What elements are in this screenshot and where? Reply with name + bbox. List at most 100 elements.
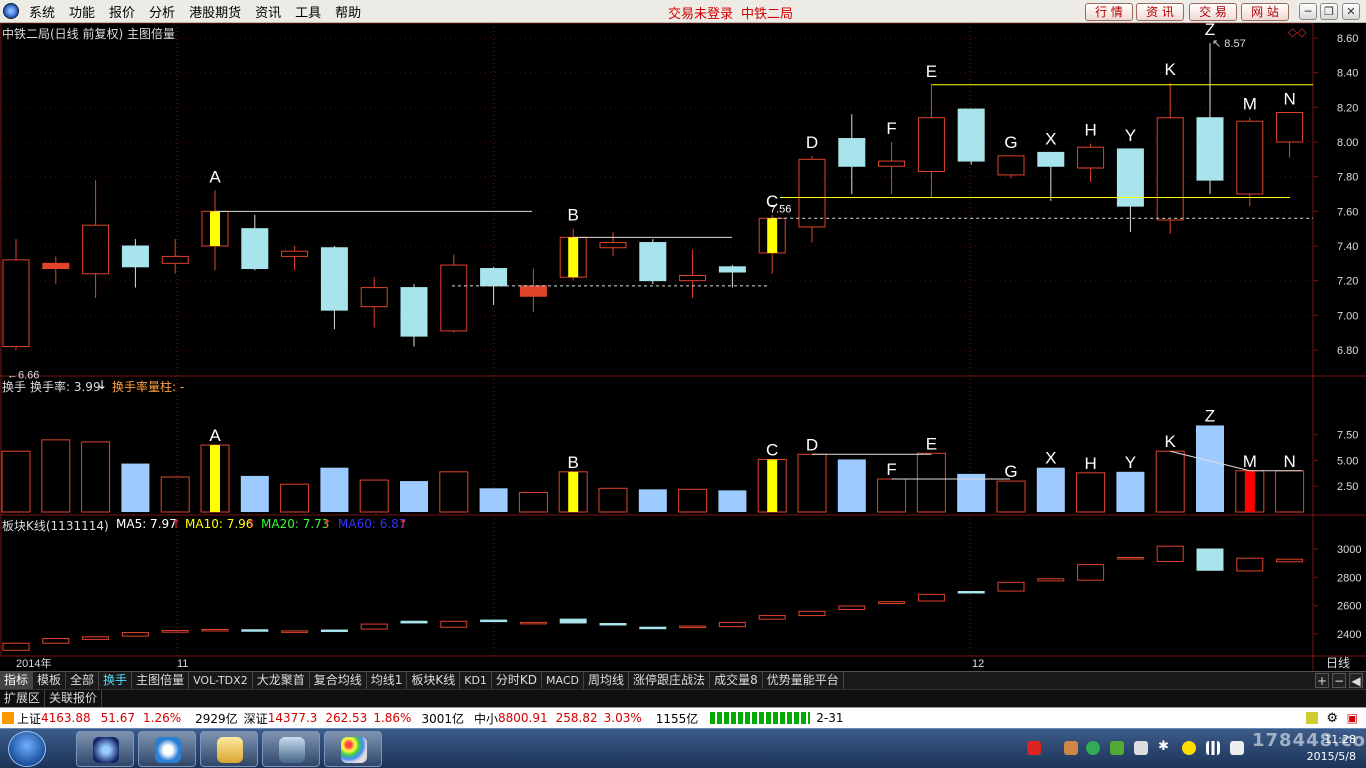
candle-body (639, 242, 667, 282)
panel-options-icon[interactable]: ◇◇ (1288, 25, 1306, 39)
y-tick-label: 2400 (1337, 629, 1361, 641)
tray-plus-icon[interactable] (1182, 741, 1196, 755)
quote-button[interactable]: 行 情 (1085, 3, 1133, 21)
network-icon[interactable] (1206, 741, 1220, 755)
candle-body (599, 242, 627, 249)
taskbar-app-paint[interactable] (324, 731, 382, 767)
turnover-marker-label: Z (1205, 406, 1215, 425)
settings-icon[interactable]: ⚙ (1326, 711, 1338, 726)
scroll-left-button[interactable]: ◀ (1349, 673, 1363, 688)
marker-label: A (209, 168, 221, 187)
tab-weekly-ma[interactable]: 周均线 (584, 672, 630, 689)
y-tick-label: 2600 (1337, 601, 1361, 613)
tray-device-icon[interactable] (1134, 741, 1148, 755)
sz-index-name[interactable]: 深证 (244, 710, 268, 727)
alert-icon[interactable]: ▣ (1347, 711, 1358, 725)
taskbar-app-viewer[interactable] (262, 731, 320, 767)
sector-candle (639, 626, 667, 630)
tab-volume-platform[interactable]: 优势量能平台 (763, 672, 844, 689)
trade-button[interactable]: 交 易 (1189, 3, 1237, 21)
candle-body (718, 266, 746, 273)
taskbar-app-explorer[interactable] (200, 731, 258, 767)
candle-body (519, 285, 547, 297)
bluetooth-icon[interactable]: ✱ (1158, 739, 1172, 754)
tab-sector-k[interactable]: 板块K线 (407, 672, 461, 689)
tab-indicator[interactable]: 指标 (0, 672, 34, 689)
tab-kd1[interactable]: KD1 (460, 672, 492, 689)
stock-app-icon (93, 737, 119, 763)
tray-user-icon[interactable] (1064, 741, 1078, 755)
tab-macd[interactable]: MACD (542, 672, 585, 689)
chart-area[interactable]: 8.60 8.40 8.20 8.00 7.80 7.60 7.40 7.20 7.00 6.80… (0, 23, 1366, 671)
candle-body (161, 255, 189, 264)
minimize-icon[interactable]: ─ (1299, 3, 1317, 20)
turnover-bar (1275, 470, 1305, 513)
tab-all[interactable]: 全部 (66, 672, 100, 689)
sector-candle (838, 605, 866, 610)
tab-vol-tdx2[interactable]: VOL-TDX2 (189, 672, 253, 689)
tab-limit-up[interactable]: 涨停跟庄战法 (629, 672, 711, 689)
turnover-bar (837, 459, 866, 512)
close-icon[interactable]: ✕ (1342, 3, 1360, 20)
marker-label: G (1004, 133, 1017, 152)
turnover-bar (280, 483, 310, 513)
watermark: 178448.com (1252, 730, 1366, 751)
candle-body (679, 274, 707, 282)
candle-body (2, 259, 30, 348)
tab-template[interactable]: 模板 (33, 672, 67, 689)
tray-sogou-icon[interactable] (1027, 741, 1041, 755)
candle-body (360, 287, 388, 308)
taskbar-app-stock[interactable] (76, 731, 134, 767)
tab-intraday-kd[interactable]: 分时KD (492, 672, 543, 689)
marker-label: N (1283, 90, 1295, 109)
tab-dalong[interactable]: 大龙聚首 (253, 672, 310, 689)
tab-related-quote[interactable]: 关联报价 (45, 690, 103, 707)
menu-quote[interactable]: 报价 (105, 2, 145, 21)
turnover-marker-label: B (568, 453, 579, 472)
tray-shield-icon[interactable] (1086, 741, 1100, 755)
ma20-label: MA20: 7.73 (261, 517, 330, 531)
menu-function[interactable]: 功能 (65, 2, 105, 21)
sh-index-name[interactable]: 上证 (17, 710, 41, 727)
x-label: 11 (177, 658, 188, 670)
tray-nvidia-icon[interactable] (1110, 741, 1124, 755)
turnover-bar (320, 467, 349, 512)
up-arrow-icon: ↑ (246, 517, 257, 531)
menu-news[interactable]: 资讯 (251, 2, 291, 21)
menu-hk-futures[interactable]: 港股期货 (185, 2, 251, 21)
lock-icon[interactable] (1306, 712, 1318, 724)
sector-candle (320, 629, 348, 633)
sector-candle (121, 632, 149, 637)
y-tick-label: 7.20 (1337, 276, 1358, 288)
tab-compound-ma[interactable]: 复合均线 (310, 672, 367, 689)
news-button[interactable]: 资 讯 (1136, 3, 1184, 21)
menu-system[interactable]: 系统 (25, 2, 65, 21)
y-tick-label: 5.00 (1337, 455, 1358, 467)
sme-index-name[interactable]: 中小 (474, 710, 498, 727)
volume-icon[interactable] (1230, 741, 1244, 755)
turnover-bar (1, 450, 31, 513)
start-button[interactable] (8, 731, 46, 767)
chart-canvas[interactable]: 8.60 8.40 8.20 8.00 7.80 7.60 7.40 7.20 7.00 6.80… (0, 23, 1366, 671)
add-panel-button[interactable]: + (1315, 673, 1329, 688)
trade-status: 交易未登录 (668, 7, 734, 22)
tab-extension[interactable]: 扩展区 (0, 690, 46, 707)
remove-panel-button[interactable]: − (1332, 673, 1346, 688)
folder-icon (217, 737, 243, 763)
menu-help[interactable]: 帮助 (331, 2, 371, 21)
menu-tools[interactable]: 工具 (291, 2, 331, 21)
restore-icon[interactable]: ❐ (1320, 3, 1338, 20)
menu-analysis[interactable]: 分析 (145, 2, 185, 21)
sector-candle (1077, 564, 1105, 581)
tab-volume8[interactable]: 成交量8 (710, 672, 763, 689)
turnover-rate: 换手率: 3.99 (30, 380, 101, 394)
sector-candle (440, 620, 468, 628)
candle-marker (568, 237, 579, 278)
tab-ma1[interactable]: 均线1 (367, 672, 408, 689)
tab-turnover[interactable]: 换手 (99, 672, 133, 689)
sector-candle (798, 610, 826, 617)
tab-main-double-vol[interactable]: 主图倍量 (132, 672, 190, 689)
website-button[interactable]: 网 站 (1241, 3, 1289, 21)
y-tick-label: 8.40 (1337, 68, 1358, 80)
taskbar-app-ie[interactable] (138, 731, 196, 767)
